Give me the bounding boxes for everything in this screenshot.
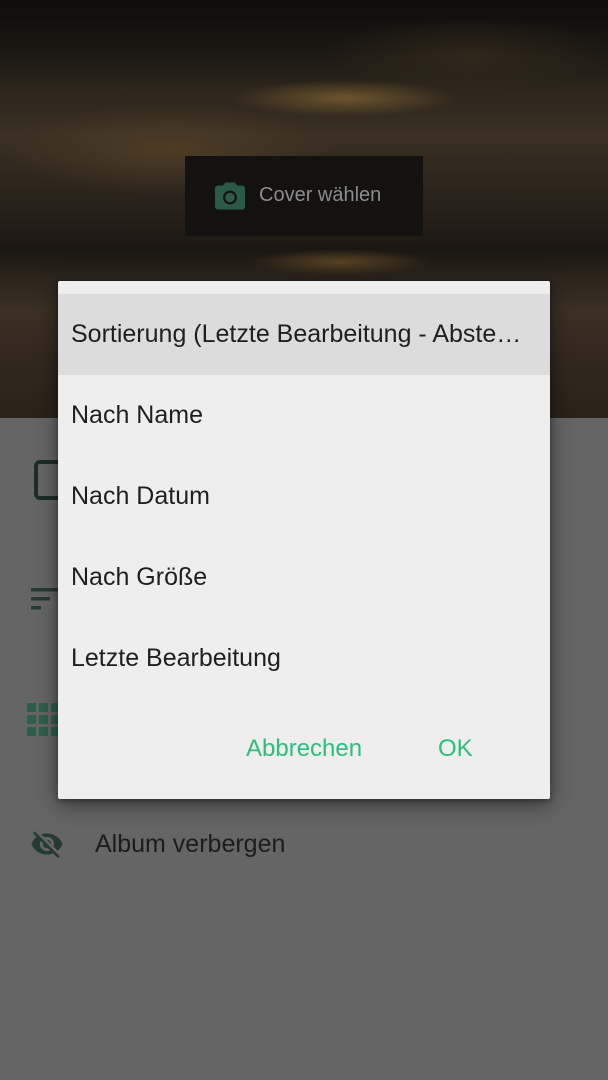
sort-option-label: Nach Größe bbox=[71, 563, 208, 591]
choose-cover-label: Cover wählen bbox=[259, 184, 382, 206]
choose-cover-button[interactable]: Cover wählen bbox=[185, 156, 423, 236]
sort-option-size[interactable]: Nach Größe bbox=[58, 537, 550, 618]
visibility-off-icon bbox=[31, 831, 63, 859]
sort-option-label: Nach Name bbox=[71, 401, 203, 429]
cancel-button[interactable]: Abbrechen bbox=[246, 721, 362, 777]
sort-option-current[interactable]: Sortierung (Letzte Bearbeitung - Absteig… bbox=[58, 294, 550, 375]
album-settings-screen: Cover wählen Album verbergen Sortierung … bbox=[0, 0, 608, 1080]
camera-icon bbox=[215, 182, 245, 210]
sort-option-label: Sortierung (Letzte Bearbeitung - Absteig… bbox=[71, 320, 550, 348]
hide-album-label: Album verbergen bbox=[95, 830, 286, 858]
sort-dialog: Sortierung (Letzte Bearbeitung - Absteig… bbox=[58, 281, 550, 799]
ok-button[interactable]: OK bbox=[438, 721, 473, 777]
sort-option-label: Letzte Bearbeitung bbox=[71, 644, 281, 672]
sort-option-last-modified[interactable]: Letzte Bearbeitung bbox=[58, 618, 550, 699]
sort-option-name[interactable]: Nach Name bbox=[58, 375, 550, 456]
sort-option-date[interactable]: Nach Datum bbox=[58, 456, 550, 537]
grid-icon bbox=[27, 703, 59, 736]
sort-option-label: Nach Datum bbox=[71, 482, 210, 510]
